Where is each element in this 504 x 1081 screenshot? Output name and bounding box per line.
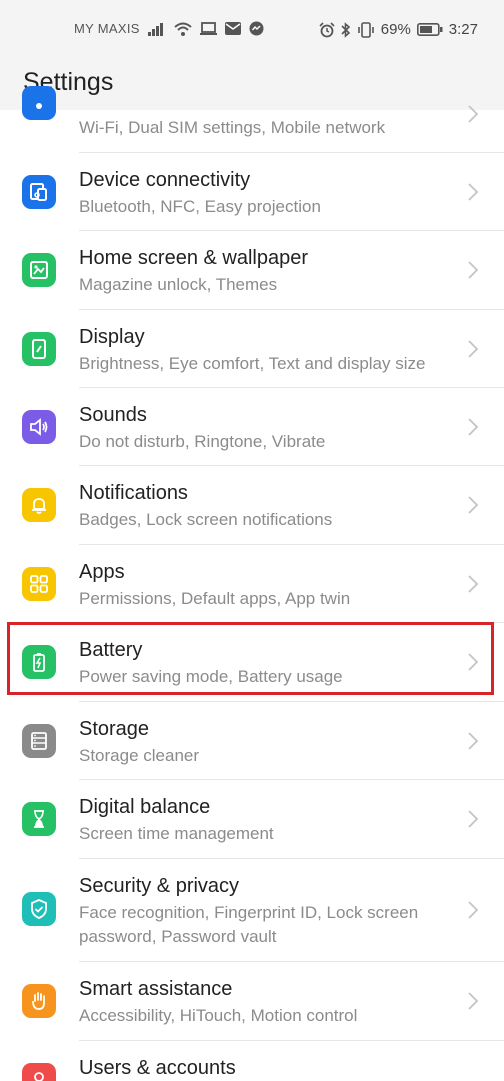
hourglass-icon [22,802,56,836]
chevron-right-icon [468,261,479,279]
settings-item-apps[interactable]: Apps Permissions, Default apps, App twin [0,545,504,623]
settings-item-subtitle: Screen time management [79,824,274,843]
battery-icon [22,645,56,679]
mail-icon [224,22,241,35]
settings-item-digital-balance[interactable]: Digital balance Screen time management [0,780,504,859]
chevron-right-icon [468,183,479,201]
speaker-icon [22,410,56,444]
wifi-icon [174,22,192,36]
settings-item-subtitle: Magazine unlock, Themes [79,275,278,294]
settings-item-subtitle: Permissions, Default apps, App twin [79,589,351,608]
settings-item-title: Home screen & wallpaper [79,247,308,269]
settings-item-subtitle: Wi-Fi, Dual SIM settings, Mobile network [79,118,386,137]
settings-item-title: Storage [79,718,150,740]
settings-item-sounds[interactable]: Sounds Do not disturb, Ringtone, Vibrate [0,388,504,466]
network-icon [22,86,56,120]
settings-item-home-screen[interactable]: Home screen & wallpaper Magazine unlock,… [0,231,504,310]
settings-item-storage[interactable]: Storage Storage cleaner [0,702,504,780]
chevron-right-icon [468,418,479,436]
settings-item-title: Notifications [79,482,188,504]
messenger-icon [249,21,264,36]
signal-icon [147,22,166,36]
chevron-right-icon [468,105,479,123]
battery-percent: 69% [380,21,411,38]
settings-item-device-connectivity[interactable]: Device connectivity Bluetooth, NFC, Easy… [0,153,504,231]
wallpaper-icon [22,253,56,287]
bluetooth-icon [341,21,351,38]
settings-item-display[interactable]: Display Brightness, Eye comfort, Text an… [0,310,504,388]
chevron-right-icon [468,496,479,514]
chevron-right-icon [468,653,479,671]
chevron-right-icon [468,901,479,919]
settings-item-notifications[interactable]: Notifications Badges, Lock screen notifi… [0,466,504,545]
settings-item-network[interactable]: Wi-Fi, Dual SIM settings, Mobile network [0,86,504,153]
clock: 3:27 [448,21,478,38]
settings-item-title: Sounds [79,404,147,426]
settings-item-security[interactable]: Security & privacy Face recognition, Fin… [0,859,504,962]
settings-item-title: Display [79,326,145,348]
laptop-icon [199,21,217,36]
vibrate-icon [357,21,375,38]
settings-item-title: Apps [79,561,125,583]
chevron-right-icon [468,732,479,750]
settings-item-subtitle: Power saving mode, Battery usage [79,667,343,686]
settings-list: Wi-Fi, Dual SIM settings, Mobile network… [0,86,504,1081]
chevron-right-icon [468,340,479,358]
settings-item-subtitle: Bluetooth, NFC, Easy projection [79,197,321,216]
chevron-right-icon [468,992,479,1010]
header: Settings [0,58,504,110]
bell-icon [22,488,56,522]
settings-item-title: Battery [79,639,143,661]
carrier-label: MY MAXIS [74,21,140,36]
display-icon [22,332,56,366]
settings-item-subtitle: Storage cleaner [79,746,200,765]
alarm-icon [319,21,335,38]
settings-item-title: Digital balance [79,796,211,818]
settings-item-subtitle: Do not disturb, Ringtone, Vibrate [79,432,326,451]
settings-item-smart-assistance[interactable]: Smart assistance Accessibility, HiTouch,… [0,962,504,1041]
chevron-right-icon [468,810,479,828]
user-icon [22,1063,56,1081]
hand-icon [22,984,56,1018]
settings-item-subtitle: Face recognition, Fingerprint ID, Lock s… [79,903,419,946]
settings-item-users[interactable]: Users & accounts [0,1041,504,1081]
settings-item-subtitle: Badges, Lock screen notifications [79,510,333,529]
shield-icon [22,892,56,926]
settings-item-subtitle: Accessibility, HiTouch, Motion control [79,1006,358,1025]
device-connectivity-icon [22,175,56,209]
status-battery-icon [416,23,443,36]
storage-icon [22,724,56,758]
chevron-right-icon [468,575,479,593]
settings-item-battery[interactable]: Battery Power saving mode, Battery usage [0,623,504,702]
status-bar: MY MAXIS 69% 3:27 [0,0,504,58]
settings-item-title: Security & privacy [79,875,240,897]
apps-grid-icon [22,567,56,601]
settings-item-title: Device connectivity [79,169,251,191]
settings-item-title: Users & accounts [79,1057,236,1079]
settings-item-title: Smart assistance [79,978,233,1000]
settings-item-subtitle: Brightness, Eye comfort, Text and displa… [79,354,426,373]
